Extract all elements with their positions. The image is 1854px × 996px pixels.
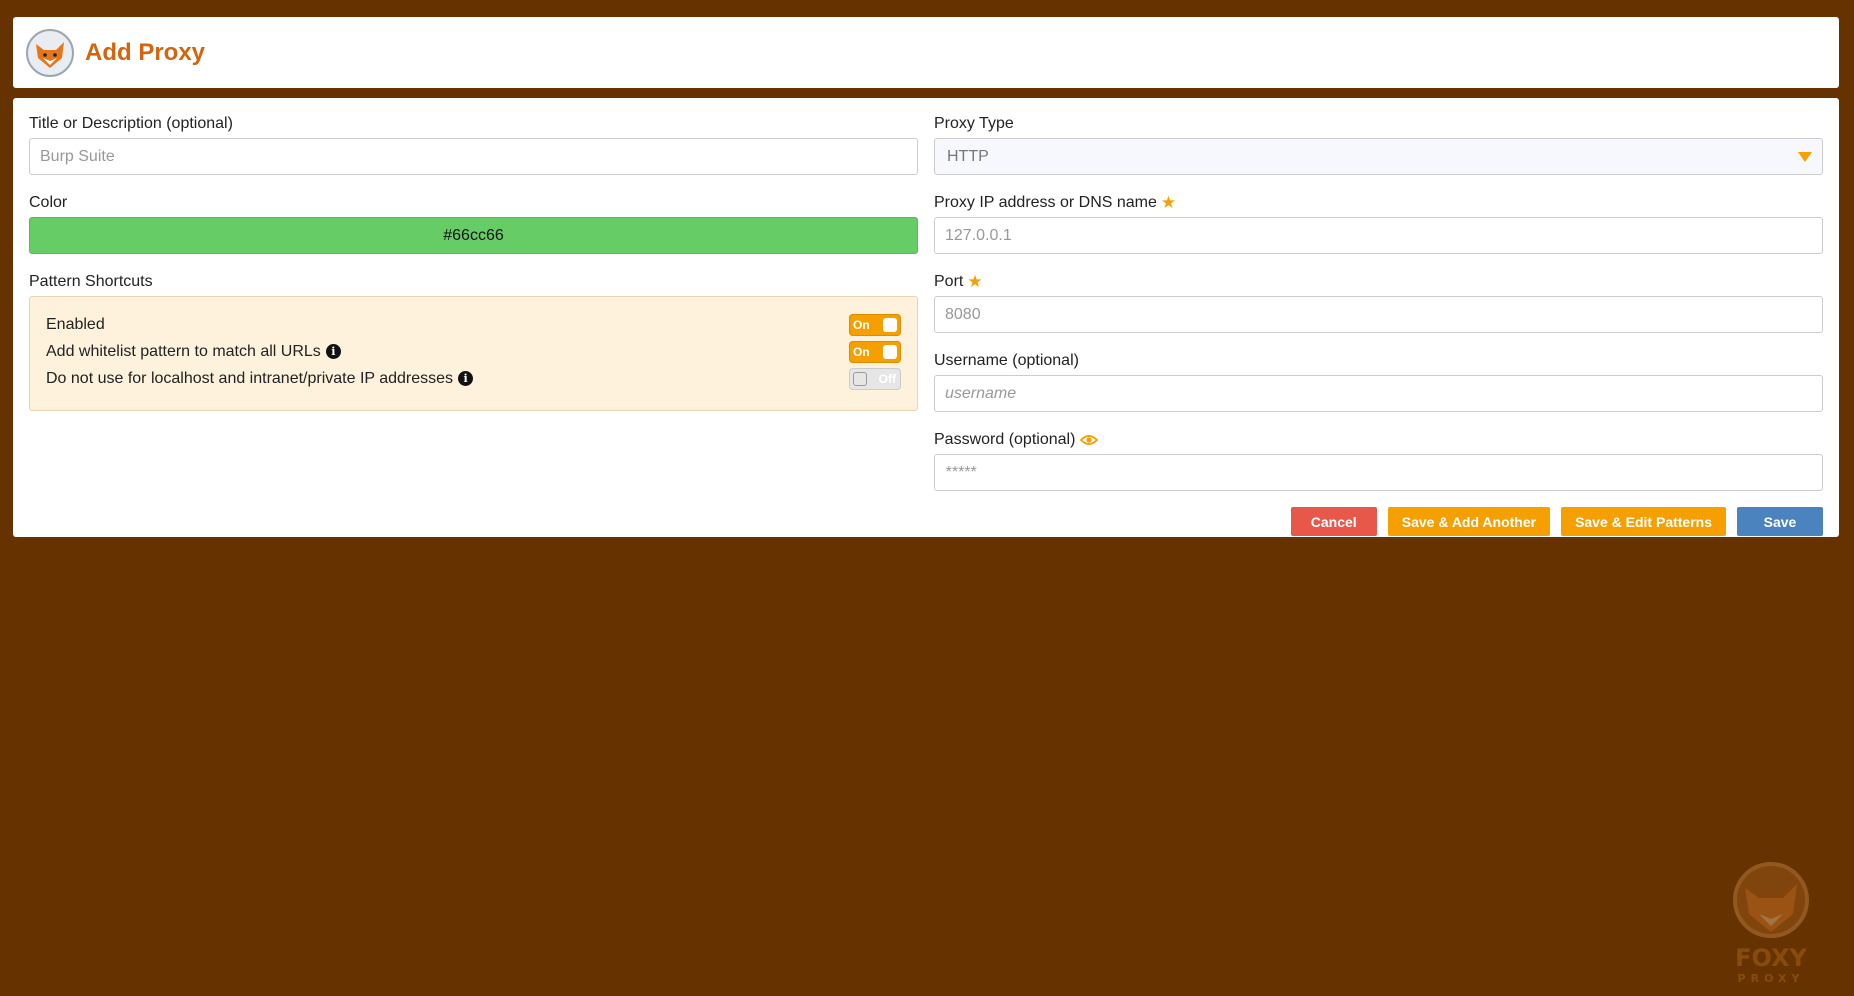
shortcut-localhost-row: Do not use for localhost and intranet/pr… bbox=[46, 365, 901, 392]
right-column: Proxy Type HTTP Proxy IP address or DNS … bbox=[934, 113, 1823, 536]
shortcut-enabled-row: Enabled On bbox=[46, 311, 901, 338]
save-add-another-button[interactable]: Save & Add Another bbox=[1387, 507, 1551, 536]
proxy-form: Title or Description (optional) Color #6… bbox=[13, 98, 1839, 537]
action-buttons: Cancel Save & Add Another Save & Edit Pa… bbox=[934, 507, 1823, 536]
save-button[interactable]: Save bbox=[1737, 507, 1823, 536]
required-star-icon: ★ bbox=[967, 272, 983, 291]
proxy-type-value: HTTP bbox=[947, 147, 989, 165]
username-input[interactable] bbox=[934, 375, 1823, 412]
eye-icon[interactable] bbox=[1080, 434, 1099, 446]
foxyproxy-watermark-icon: FOXY PROXY bbox=[1733, 862, 1809, 985]
header: Add Proxy bbox=[13, 17, 1839, 88]
proxy-type-label: Proxy Type bbox=[934, 115, 1014, 132]
title-input[interactable] bbox=[29, 138, 918, 175]
localhost-toggle[interactable]: Off bbox=[849, 367, 901, 390]
pattern-shortcuts-box: Enabled On Add whitelist pattern to matc… bbox=[29, 296, 918, 411]
shortcut-whitelist-row: Add whitelist pattern to match all URLs … bbox=[46, 338, 901, 365]
required-star-icon: ★ bbox=[1160, 193, 1177, 212]
page-title: Add Proxy bbox=[85, 38, 206, 66]
shortcut-label: Enabled bbox=[46, 315, 105, 333]
cancel-button[interactable]: Cancel bbox=[1290, 507, 1377, 536]
caret-down-icon bbox=[1798, 151, 1812, 162]
port-label: Port ★ bbox=[934, 272, 983, 291]
port-input[interactable] bbox=[934, 296, 1823, 333]
password-input[interactable] bbox=[934, 454, 1823, 491]
proxy-type-select[interactable]: HTTP bbox=[934, 138, 1823, 175]
color-label: Color bbox=[29, 194, 68, 211]
watermark-line1: FOXY bbox=[1735, 944, 1807, 972]
shortcut-label: Do not use for localhost and intranet/pr… bbox=[46, 369, 454, 387]
enabled-toggle[interactable]: On bbox=[849, 313, 901, 336]
color-picker[interactable]: #66cc66 bbox=[29, 217, 918, 254]
password-label: Password (optional) bbox=[934, 429, 1823, 451]
proxy-ip-input[interactable] bbox=[934, 217, 1823, 254]
save-edit-patterns-button[interactable]: Save & Edit Patterns bbox=[1561, 507, 1726, 536]
watermark-line2: PROXY bbox=[1738, 972, 1805, 985]
info-icon[interactable]: i bbox=[458, 371, 474, 386]
foxyproxy-logo-icon bbox=[26, 28, 74, 77]
info-icon[interactable]: i bbox=[325, 344, 341, 359]
pattern-shortcuts-label: Pattern Shortcuts bbox=[29, 273, 153, 290]
color-value: #66cc66 bbox=[443, 226, 504, 244]
username-label: Username (optional) bbox=[934, 352, 1079, 369]
whitelist-toggle[interactable]: On bbox=[849, 340, 901, 363]
title-label: Title or Description (optional) bbox=[29, 115, 233, 132]
proxy-ip-label: Proxy IP address or DNS name ★ bbox=[934, 193, 1177, 212]
left-column: Title or Description (optional) Color #6… bbox=[29, 113, 918, 411]
shortcut-label: Add whitelist pattern to match all URLs bbox=[46, 342, 321, 360]
